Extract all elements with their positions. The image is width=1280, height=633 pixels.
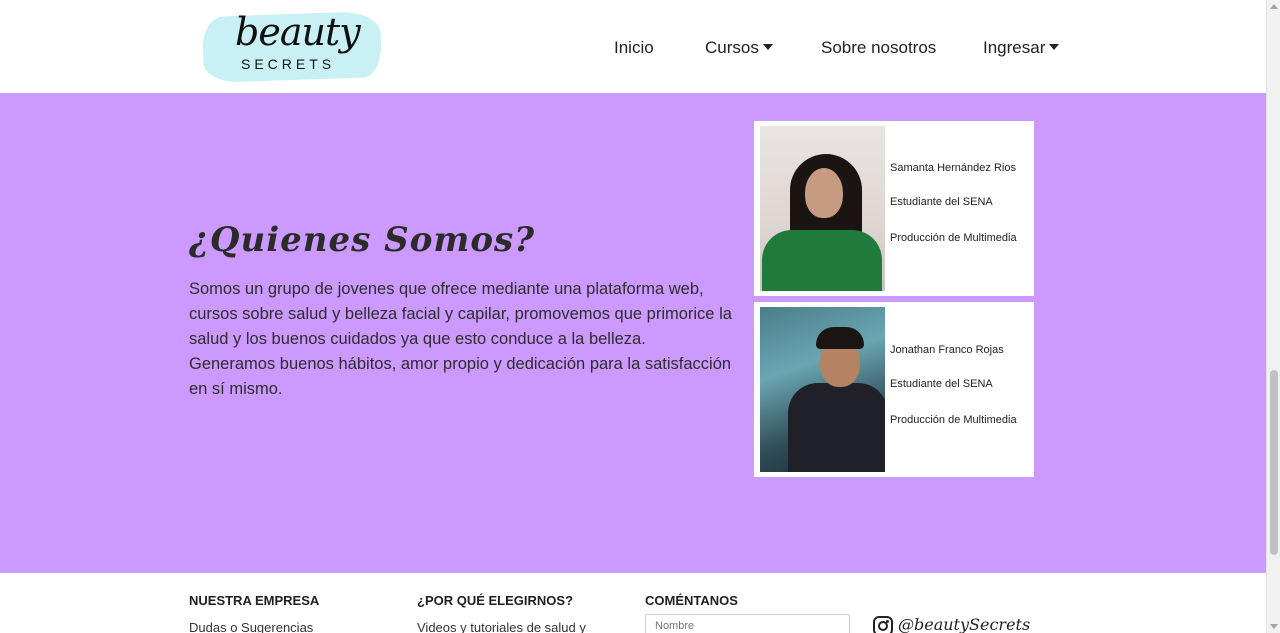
nav-sobre-nosotros[interactable]: Sobre nosotros [821, 38, 936, 58]
about-section: ¿Quienes Somos? Somos un grupo de jovene… [0, 93, 1266, 573]
member-role: Estudiante del SENA [890, 196, 993, 208]
footer-heading-empresa: NUESTRA EMPRESA [189, 593, 320, 608]
nav-ingresar-label: Ingresar [983, 38, 1046, 57]
member-name: Jonathan Franco Rojas [890, 344, 1004, 356]
scrollbar-thumb[interactable] [1270, 370, 1278, 555]
page-title: ¿Quienes Somos? [189, 220, 536, 260]
chevron-down-icon [762, 44, 773, 50]
logo-caps-text: SECRETS [241, 56, 336, 72]
member-photo [760, 307, 885, 472]
member-role: Estudiante del SENA [890, 378, 993, 390]
name-input[interactable] [645, 614, 850, 633]
footer-link-videos[interactable]: Videos y tutoriales de salud y [417, 620, 586, 633]
instagram-handle-link[interactable]: @beautySecrets [898, 615, 1030, 633]
footer-heading-elegirnos: ¿POR QUÉ ELEGIRNOS? [417, 593, 574, 608]
logo[interactable]: beauty SECRETS [201, 8, 383, 84]
nav-cursos-label: Cursos [705, 38, 759, 57]
logo-script-text: beauty [235, 10, 361, 54]
chevron-down-icon [1049, 44, 1060, 50]
scroll-up-icon[interactable] [1270, 4, 1278, 9]
footer-link-dudas[interactable]: Dudas o Sugerencias [189, 620, 313, 633]
instagram-icon[interactable] [873, 616, 893, 633]
member-photo [760, 126, 885, 291]
nav-ingresar-dropdown[interactable]: Ingresar [983, 38, 1060, 58]
footer: NUESTRA EMPRESA Dudas o Sugerencias ¿POR… [0, 573, 1266, 633]
about-paragraph: Somos un grupo de jovenes que ofrece med… [189, 280, 732, 398]
team-card: Samanta Hernández Rios Estudiante del SE… [754, 121, 1034, 296]
member-program: Producción de Multimedia [890, 232, 1017, 244]
team-card: Jonathan Franco Rojas Estudiante del SEN… [754, 302, 1034, 477]
nav-inicio[interactable]: Inicio [614, 38, 654, 58]
member-program: Producción de Multimedia [890, 414, 1017, 426]
nav-cursos-dropdown[interactable]: Cursos [705, 38, 773, 58]
footer-heading-comentanos: COMÉNTANOS [645, 593, 738, 608]
navbar: beauty SECRETS Inicio Cursos Sobre nosot… [0, 0, 1266, 93]
page-scrollbar[interactable] [1266, 0, 1280, 633]
scroll-down-icon[interactable] [1270, 624, 1278, 629]
member-name: Samanta Hernández Rios [890, 162, 1016, 174]
